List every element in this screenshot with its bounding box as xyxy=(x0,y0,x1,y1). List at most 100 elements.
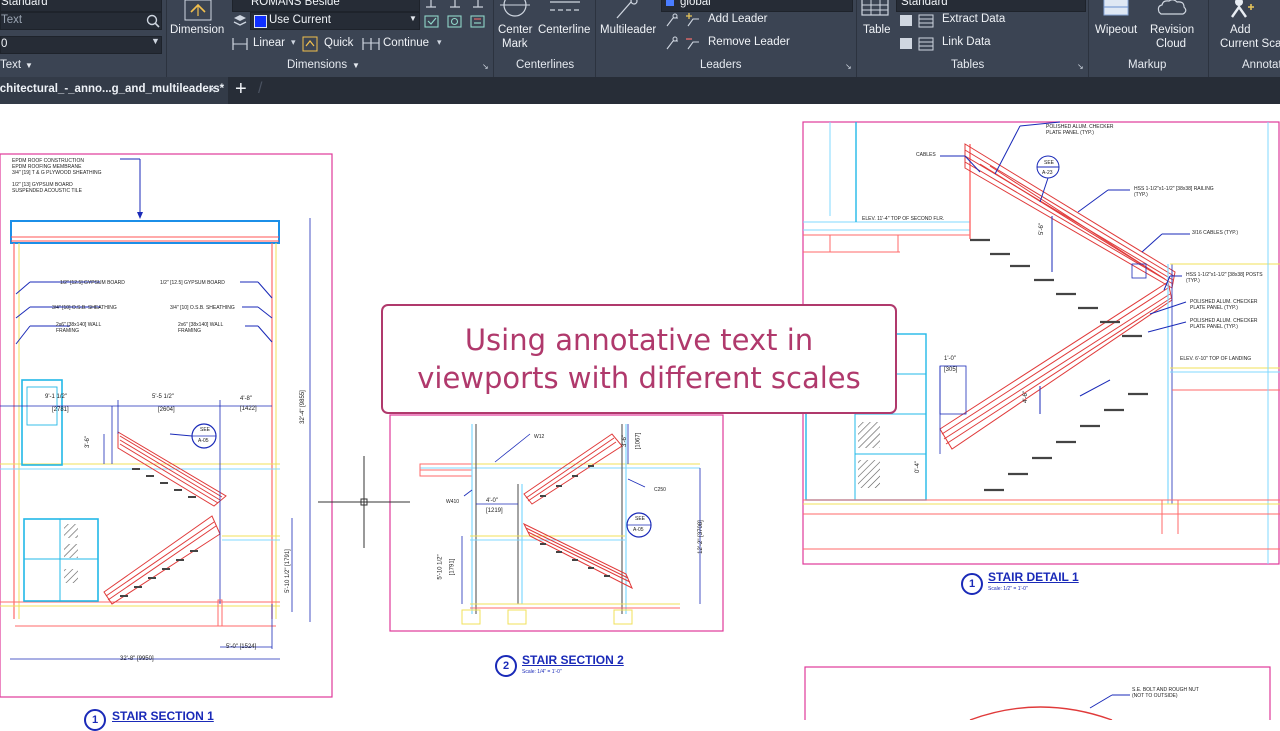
link-data-label: Link Data xyxy=(942,36,991,48)
dim-update-icon[interactable] xyxy=(424,13,440,29)
document-tab-title: Architectural_-_anno...g_and_multileader… xyxy=(0,83,225,95)
link-data-button[interactable]: Link Data xyxy=(899,35,1009,53)
quick-label: Quick xyxy=(324,37,354,49)
dim-s1-h: 32'-8" [9950] xyxy=(120,656,154,662)
multileader-button[interactable]: Multileader xyxy=(597,0,661,40)
viewport-scale: Scale: 1/2" = 1'-0" xyxy=(988,586,1028,592)
centerline-button[interactable]: Centerline xyxy=(537,0,593,40)
callout-line-1: Using annotative text in xyxy=(464,323,814,357)
dim-tool-icon-2[interactable] xyxy=(448,0,462,9)
gyp-note-left: 1/2" [12.5] GYPSUM BOARD xyxy=(60,280,125,286)
new-tab-button[interactable]: + xyxy=(235,78,247,101)
table-icon xyxy=(861,0,889,16)
detail-note-elev-1: ELEV. 11'-4" TOP OF SECOND FLR. xyxy=(862,216,945,222)
panel-separator xyxy=(1088,0,1089,77)
revision-cloud-icon xyxy=(1157,0,1187,15)
centerlines-panel-title: Centerlines xyxy=(516,59,575,71)
dimensions-panel-title[interactable]: Dimensions xyxy=(287,59,347,71)
dim-reassociate-icon[interactable] xyxy=(447,13,463,29)
close-tab-icon[interactable]: × xyxy=(208,81,216,97)
layer-stack-icon xyxy=(233,15,247,26)
center-mark-icon xyxy=(500,0,530,17)
extract-data-icon xyxy=(900,14,934,28)
table-style-dropdown[interactable]: Standard xyxy=(896,0,1086,12)
document-tab[interactable]: Architectural_-_anno...g_and_multileader… xyxy=(0,77,228,104)
dim-style-value: ROMANS Beside xyxy=(251,0,340,8)
detail-note-checker: POLISHED ALUM. CHECKER PLATE PANEL (TYP.… xyxy=(1046,124,1114,136)
dim-s2-b: 5'-10 1/2" xyxy=(437,554,444,580)
dimension-icon xyxy=(184,0,212,21)
roof-note-5: SUSPENDED ACOUSTIC TILE xyxy=(12,188,82,194)
extract-data-label: Extract Data xyxy=(942,13,1006,25)
linear-label: Linear xyxy=(253,37,285,49)
dim-s1-b: 5'-5 1/2" xyxy=(152,394,174,400)
center-mark-label-1: Center xyxy=(498,24,533,36)
leaders-panel-title: Leaders xyxy=(700,59,742,71)
text-search-field[interactable]: Text xyxy=(0,12,162,30)
dim-s1-a: 9'-1 1/2" xyxy=(45,394,67,400)
wipeout-button[interactable]: Wipeout xyxy=(1092,0,1142,40)
panel-launcher-icon[interactable]: ↘ xyxy=(845,62,852,71)
tables-panel-title: Tables xyxy=(951,59,985,71)
continue-button[interactable]: Continue ▾ xyxy=(361,36,447,53)
panel-separator xyxy=(856,0,857,77)
remove-leader-icon xyxy=(666,36,699,50)
dim-break-icon[interactable] xyxy=(470,13,486,29)
osb-note-right: 3/4" [10] O.S.B. SHEATHING xyxy=(170,305,235,311)
ribbon: Standard Text 0 ▼ Text ▼ Dimension ROMAN… xyxy=(0,0,1280,77)
linear-dimension-icon xyxy=(232,38,248,50)
remove-leader-label: Remove Leader xyxy=(708,36,790,48)
text-style-dropdown[interactable]: Standard xyxy=(0,0,162,12)
dim-layer-dropdown[interactable]: Use Current ▼ xyxy=(250,12,420,30)
extract-data-button[interactable]: Extract Data xyxy=(899,12,1009,30)
dim-s2-a-mm: [1219] xyxy=(486,508,503,514)
drawing-canvas[interactable]: EPDM ROOF CONSTRUCTION EPDM ROOFING MEMB… xyxy=(0,104,1280,731)
linear-button[interactable]: Linear ▾ xyxy=(231,36,301,53)
dim-s1-c-mm: [1422] xyxy=(240,406,257,412)
viewport-stair-section-2[interactable] xyxy=(389,414,724,632)
chevron-down-icon: ▼ xyxy=(352,61,360,70)
detail-dim-a-mm: [305] xyxy=(944,367,958,373)
dim-tool-icon-1[interactable] xyxy=(424,0,438,9)
continue-dimension-icon xyxy=(362,38,380,50)
text-panel-title[interactable]: Text xyxy=(0,59,21,71)
see-tag-bottom-s2: A-05 xyxy=(633,527,644,533)
center-mark-button[interactable]: Center Mark xyxy=(495,0,535,52)
annotation-scaling-panel-title: Annotation Scaling xyxy=(1242,59,1280,71)
roof-note-3: 3/4" [19] T & G PLYWOOD SHEATHING xyxy=(12,170,102,176)
panel-launcher-icon[interactable]: ↘ xyxy=(482,62,489,71)
add-current-scale-button[interactable]: Add Current Scale xyxy=(1212,0,1280,52)
centerline-icon xyxy=(550,1,580,11)
panel-separator xyxy=(595,0,596,77)
dim-s2-c-mm: [1067] xyxy=(635,432,642,450)
quick-dimension-icon xyxy=(302,36,318,52)
note-s2-3: C250 xyxy=(654,487,666,493)
add-leader-button[interactable]: Add Leader xyxy=(664,12,784,30)
viewport-stair-section-1[interactable] xyxy=(0,153,333,698)
text-search-placeholder: Text xyxy=(1,14,23,26)
revision-cloud-button[interactable]: Revision Cloud xyxy=(1146,0,1200,52)
bolt-note-2: (NOT TO OUTSIDE) xyxy=(1132,693,1178,699)
continue-label: Continue xyxy=(383,37,430,49)
dimension-button[interactable]: Dimension xyxy=(168,0,228,40)
viewport-title: STAIR SECTION 1 xyxy=(112,709,214,723)
text-height-dropdown[interactable]: 0 ▼ xyxy=(0,36,162,54)
multileader-icon xyxy=(616,0,638,19)
detail-see-tag-bottom: A-23 xyxy=(1042,170,1053,176)
dim-style-dropdown[interactable]: ROMANS Beside xyxy=(232,0,420,12)
multileader-label: Multileader xyxy=(600,24,657,36)
dim-s1-c: 4'-8" xyxy=(240,396,252,402)
viewport-title: STAIR SECTION 2 xyxy=(522,653,624,667)
table-button[interactable]: Table xyxy=(858,0,894,40)
remove-leader-button[interactable]: Remove Leader xyxy=(664,35,804,53)
viewport-number-badge: 1 xyxy=(84,709,106,731)
framing-note-right-2: FRAMING xyxy=(178,328,202,334)
viewport-bottom-right[interactable] xyxy=(804,666,1271,720)
search-icon[interactable] xyxy=(146,14,160,28)
viewport-scale: Scale: 1/4" = 1'-0" xyxy=(522,669,562,675)
multileader-style-dropdown[interactable]: global xyxy=(661,0,853,12)
quick-button[interactable]: Quick xyxy=(302,36,360,53)
detail-note-cables: CABLES xyxy=(916,152,936,158)
panel-launcher-icon[interactable]: ↘ xyxy=(1077,62,1084,71)
dim-tool-icon-3[interactable] xyxy=(471,0,485,9)
